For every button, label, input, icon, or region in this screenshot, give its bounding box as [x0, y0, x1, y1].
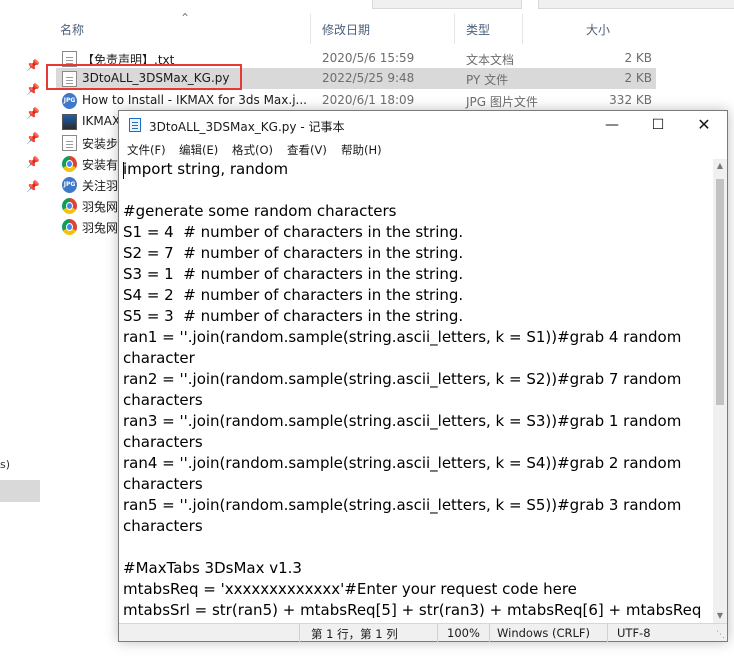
pin-icon[interactable]: 📌 — [26, 133, 40, 145]
chrome-icon — [62, 198, 77, 214]
pin-icon[interactable]: 📌 — [26, 108, 40, 120]
file-type: PY 文件 — [466, 73, 509, 87]
column-divider[interactable] — [454, 14, 455, 44]
scroll-down-arrow-icon[interactable]: ▼ — [713, 609, 727, 623]
code-line: #generate some random characters — [123, 202, 397, 220]
menu-edit[interactable]: 编辑(E) — [179, 142, 218, 158]
code-line: ran1 = ''.join(random.sample(string.asci… — [123, 328, 682, 346]
vertical-scrollbar[interactable]: ▲ ▼ — [713, 159, 727, 623]
menu-format[interactable]: 格式(O) — [232, 142, 273, 158]
file-size: 2 KB — [624, 51, 652, 65]
code-line: ran4 = ''.join(random.sample(string.asci… — [123, 454, 682, 472]
file-type: 文本文档 — [466, 53, 515, 67]
code-line: characters — [123, 433, 203, 451]
file-row[interactable]: JPG How to Install - IKMAX for 3ds Max.j… — [56, 90, 656, 111]
column-divider[interactable] — [310, 14, 311, 44]
zoom-level: 100% — [447, 626, 480, 640]
text-file-icon — [62, 135, 77, 151]
minimize-button[interactable]: — — [589, 111, 635, 139]
exe-file-icon — [62, 114, 77, 130]
pin-icon[interactable]: 📌 — [26, 181, 40, 193]
file-name: 安装步 — [82, 137, 119, 151]
file-size: 332 KB — [609, 93, 652, 107]
file-date: 2020/6/1 18:09 — [322, 93, 415, 107]
status-divider — [437, 624, 438, 642]
status-bar: 第 1 行，第 1 列 100% Windows (CRLF) UTF-8 ⋱ — [119, 623, 727, 642]
menu-view[interactable]: 查看(V) — [287, 142, 327, 158]
pin-icon[interactable]: 📌 — [26, 60, 40, 72]
column-header-date[interactable]: 修改日期 — [322, 21, 370, 38]
code-line: characters — [123, 475, 203, 493]
text-editor[interactable]: import string, random #generate some ran… — [119, 159, 713, 623]
menu-help[interactable]: 帮助(H) — [341, 142, 382, 158]
code-line: import string, random — [123, 160, 289, 178]
column-divider[interactable] — [522, 14, 523, 44]
menu-bar: 文件(F) 编辑(E) 格式(O) 查看(V) 帮助(H) — [119, 139, 727, 159]
status-divider — [299, 624, 300, 642]
title-bar[interactable]: 3DtoALL_3DSMax_KG.py - 记事本 — ☐ ✕ — [119, 111, 727, 139]
column-header-name[interactable]: 名称 — [60, 21, 84, 38]
code-line: characters — [123, 391, 203, 409]
tab-stub-left — [372, 0, 522, 9]
code-line: #MaxTabs 3DsMax v1.3 — [123, 559, 302, 577]
code-line: S5 = 3 # number of characters in the str… — [123, 307, 464, 325]
resize-grip-icon[interactable]: ⋱ — [715, 630, 725, 640]
selection-highlight-box — [46, 64, 242, 90]
code-line: ran2 = ''.join(random.sample(string.asci… — [123, 370, 682, 388]
navigation-pane: 📌 📌 📌 📌 📌 📌 s) — [0, 0, 40, 656]
file-name: 羽兔网 — [82, 200, 119, 214]
status-divider — [489, 624, 490, 642]
file-date: 2022/5/25 9:48 — [322, 71, 415, 85]
file-name: 关注羽 — [82, 179, 119, 193]
menu-file[interactable]: 文件(F) — [127, 142, 166, 158]
status-divider — [607, 624, 608, 642]
code-line: character — [123, 349, 195, 367]
file-name: How to Install - IKMAX for 3ds Max.j... — [82, 93, 307, 107]
chrome-icon — [62, 219, 77, 235]
code-line: characters — [123, 517, 203, 535]
pin-icon[interactable]: 📌 — [26, 84, 40, 96]
column-header-size[interactable]: 大小 — [586, 21, 610, 38]
file-name: IKMAX — [82, 114, 121, 128]
sort-ascending-icon: ⌃ — [180, 11, 191, 25]
nav-item-fragment[interactable]: s) — [0, 458, 10, 471]
scrollbar-thumb[interactable] — [716, 179, 724, 405]
code-line: ran3 = ''.join(random.sample(string.asci… — [123, 412, 682, 430]
jpg-file-icon: JPG — [62, 177, 77, 193]
file-size: 2 KB — [624, 71, 652, 85]
file-date: 2020/5/6 15:59 — [322, 51, 415, 65]
chrome-icon — [62, 156, 77, 172]
cursor-position: 第 1 行，第 1 列 — [311, 627, 398, 641]
code-line: S1 = 4 # number of characters in the str… — [123, 223, 464, 241]
close-button[interactable]: ✕ — [681, 111, 727, 139]
pin-icon[interactable]: 📌 — [26, 157, 40, 169]
code-line: S4 = 2 # number of characters in the str… — [123, 286, 464, 304]
code-line: mtabsSrl = str(ran5) + mtabsReq[5] + str… — [123, 601, 702, 619]
tab-stub-right — [538, 0, 734, 9]
file-type: JPG 图片文件 — [466, 95, 538, 109]
file-name: 安装有 — [82, 158, 119, 172]
code-line: mtabsReq = 'xxxxxxxxxxxxx'#Enter your re… — [123, 580, 577, 598]
nav-item-selected[interactable] — [0, 480, 40, 502]
code-line: S3 = 1 # number of characters in the str… — [123, 265, 464, 283]
notepad-window: 3DtoALL_3DSMax_KG.py - 记事本 — ☐ ✕ 文件(F) 编… — [118, 110, 728, 642]
jpg-file-icon: JPG — [62, 93, 77, 109]
window-title: 3DtoALL_3DSMax_KG.py - 记事本 — [149, 120, 345, 134]
code-line: S2 = 7 # number of characters in the str… — [123, 244, 464, 262]
code-line: ran5 = ''.join(random.sample(string.asci… — [123, 496, 682, 514]
maximize-button[interactable]: ☐ — [635, 111, 681, 139]
file-name: 羽兔网 — [82, 221, 119, 235]
encoding: UTF-8 — [617, 626, 651, 640]
column-header-type[interactable]: 类型 — [466, 21, 490, 38]
line-ending: Windows (CRLF) — [497, 626, 591, 640]
notepad-icon[interactable] — [129, 118, 141, 132]
scroll-up-arrow-icon[interactable]: ▲ — [713, 159, 727, 173]
column-header-bar: ⌃ 名称 修改日期 类型 大小 — [52, 11, 662, 44]
